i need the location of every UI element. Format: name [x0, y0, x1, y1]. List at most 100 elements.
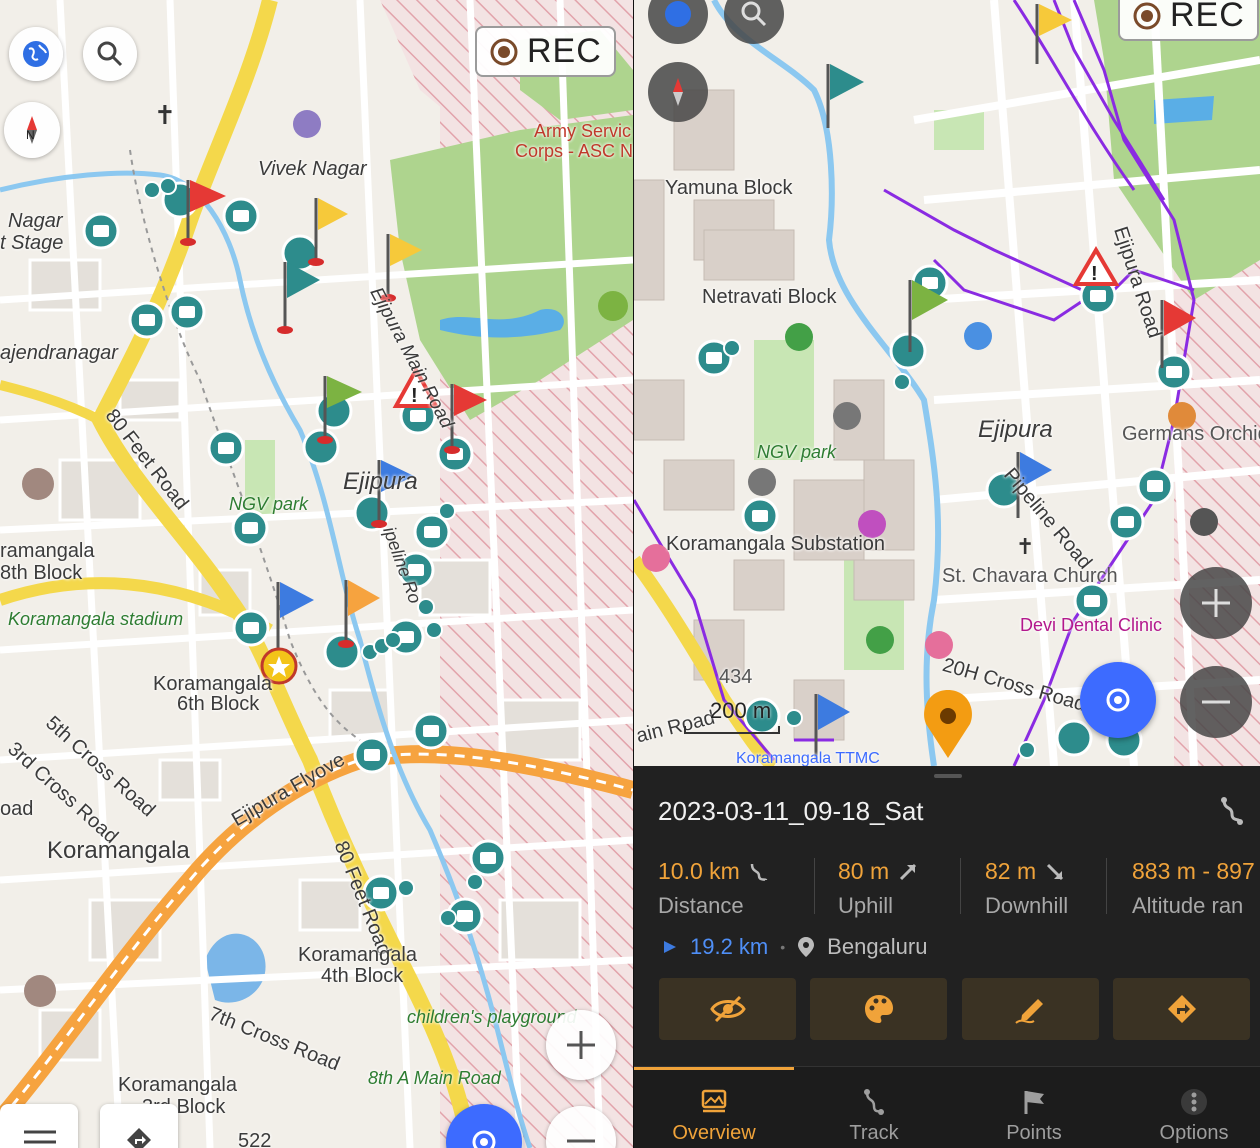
hamburger-icon: [24, 1130, 56, 1144]
rec-label: REC: [527, 32, 602, 70]
downhill-label: Downhill: [985, 893, 1069, 918]
tab-options[interactable]: Options: [1116, 1067, 1260, 1148]
play-arrow-icon: [664, 941, 676, 953]
compass-icon: N: [26, 116, 37, 144]
navigate-icon: [1167, 995, 1196, 1023]
zoom-out-button[interactable]: [1180, 666, 1252, 738]
label-434: 434: [719, 666, 753, 688]
separator-dot: •: [780, 939, 786, 955]
label-koramangala-8th: ramangala: [0, 540, 95, 562]
stat-divider: [1106, 858, 1107, 914]
tab-points[interactable]: Points: [956, 1067, 1112, 1148]
directions-button[interactable]: [100, 1104, 178, 1148]
label-vivek-nagar: Vivek Nagar: [258, 158, 367, 180]
tab-overview-label: Overview: [672, 1122, 756, 1144]
label-ngv-park: NGV park: [229, 494, 309, 514]
uphill-icon: [900, 863, 917, 880]
sheet-handle[interactable]: [934, 774, 962, 778]
label-oad: oad: [0, 798, 34, 820]
left-map-panel[interactable]: ! ✝ Vivek Nagar Army Servic Corps - ASC …: [0, 0, 633, 1148]
label-netravati-block: Netravati Block: [702, 286, 837, 308]
svg-text:✝: ✝: [154, 101, 176, 131]
plus-icon: [1202, 589, 1230, 617]
appearance-button[interactable]: [810, 978, 947, 1040]
label-koramangala: Koramangala: [47, 837, 190, 864]
stat-distance: 10.0 km Distance: [658, 858, 770, 919]
label-st-chavara-church: St. Chavara Church: [942, 565, 1118, 587]
distance-to-track-row: 19.2 km • Bengaluru: [662, 934, 927, 960]
altitude-label: Altitude ran: [1132, 893, 1244, 918]
stat-uphill: 80 m Uphill: [838, 858, 919, 919]
track-icon: [864, 1089, 884, 1115]
label-koramangala-4th: Koramangala: [298, 944, 417, 966]
overview-icon: [701, 1089, 727, 1113]
stat-downhill: 82 m Downhill: [985, 858, 1068, 919]
minus-icon: [1202, 700, 1230, 704]
label-koramangala-substation: Koramangala Substation: [666, 533, 886, 555]
location-name: Bengaluru: [827, 934, 928, 959]
svg-text:N: N: [26, 128, 35, 142]
label-nagar: Nagar: [8, 210, 63, 232]
track-bottom-sheet[interactable]: 2023-03-11_09-18_Sat 10.0 km Distance 80…: [634, 766, 1260, 1148]
right-map-panel[interactable]: ! ✝ Yamuna Block Netravati Block NGV par…: [634, 0, 1260, 1148]
label-yamuna-block: Yamuna Block: [665, 177, 793, 199]
plus-icon: [567, 1031, 595, 1059]
rec-indicator[interactable]: REC: [475, 26, 616, 77]
compass-button[interactable]: N: [4, 102, 60, 158]
zoom-in-button[interactable]: [1180, 567, 1252, 639]
label-army-service-2: Corps - ASC N: [515, 141, 633, 161]
location-pin-icon: [798, 937, 815, 957]
tab-overview[interactable]: Overview: [636, 1067, 792, 1148]
right-map-canvas[interactable]: ! ✝: [634, 0, 1260, 766]
palette-icon: [864, 995, 893, 1023]
search-icon: [97, 41, 123, 67]
label-ejipura: Ejipura: [978, 416, 1053, 443]
label-ngv-park: NGV park: [757, 442, 837, 462]
layers-button[interactable]: [9, 27, 63, 81]
track-type-icon[interactable]: [1218, 796, 1248, 826]
tab-track-label: Track: [849, 1122, 899, 1144]
rec-indicator[interactable]: REC: [1118, 0, 1259, 41]
label-koramangala-3rd: Koramangala: [118, 1074, 237, 1096]
distance-value: 10.0 km: [658, 858, 740, 884]
my-location-button[interactable]: [1080, 662, 1156, 738]
altitude-value: 883 m - 897: [1132, 858, 1255, 884]
compass-button[interactable]: [648, 62, 708, 122]
minus-icon: [567, 1139, 595, 1143]
route-icon: [750, 863, 768, 881]
label-rajendranagar: ajendranagar: [0, 342, 118, 364]
directions-icon: [127, 1128, 151, 1148]
bottom-tab-bar: Overview Track Points Options: [634, 1066, 1260, 1148]
search-button[interactable]: [83, 27, 137, 81]
label-devi-dental-clinic: Devi Dental Clinic: [1020, 615, 1163, 635]
downhill-value: 82 m: [985, 858, 1037, 884]
globe-icon: [23, 41, 49, 67]
label-germans-orchid: Germans Orchid: [1122, 423, 1260, 445]
stat-divider: [814, 858, 815, 914]
uphill-value: 80 m: [838, 858, 890, 884]
tab-options-label: Options: [1159, 1122, 1229, 1144]
label-ejipura: Ejipura: [343, 468, 418, 495]
scale-bar: 200 m: [684, 698, 780, 734]
stat-altitude-range: 883 m - 897 Altitude ran: [1132, 858, 1255, 919]
record-icon: [1133, 2, 1161, 29]
tab-track[interactable]: Track: [796, 1067, 952, 1148]
edit-icon: [1014, 999, 1043, 1024]
svg-text:✝: ✝: [1016, 535, 1034, 560]
hide-track-button[interactable]: [659, 978, 796, 1040]
menu-button[interactable]: [0, 1104, 78, 1148]
flag-icon: [1024, 1091, 1044, 1114]
globe-icon: [665, 1, 691, 27]
compass-icon: [673, 78, 683, 106]
svg-text:!: !: [1091, 263, 1098, 285]
tab-points-label: Points: [1006, 1122, 1062, 1144]
label-6th-block: 6th Block: [177, 693, 260, 715]
stat-divider: [960, 858, 961, 914]
label-8th-a-main-road: 8th A Main Road: [368, 1068, 501, 1088]
distance-label: Distance: [658, 893, 744, 918]
more-icon: [1181, 1089, 1207, 1115]
crosshair-icon: [1106, 688, 1130, 712]
navigate-button[interactable]: [1113, 978, 1250, 1040]
zoom-in-button[interactable]: [546, 1010, 616, 1080]
edit-track-button[interactable]: [962, 978, 1099, 1040]
